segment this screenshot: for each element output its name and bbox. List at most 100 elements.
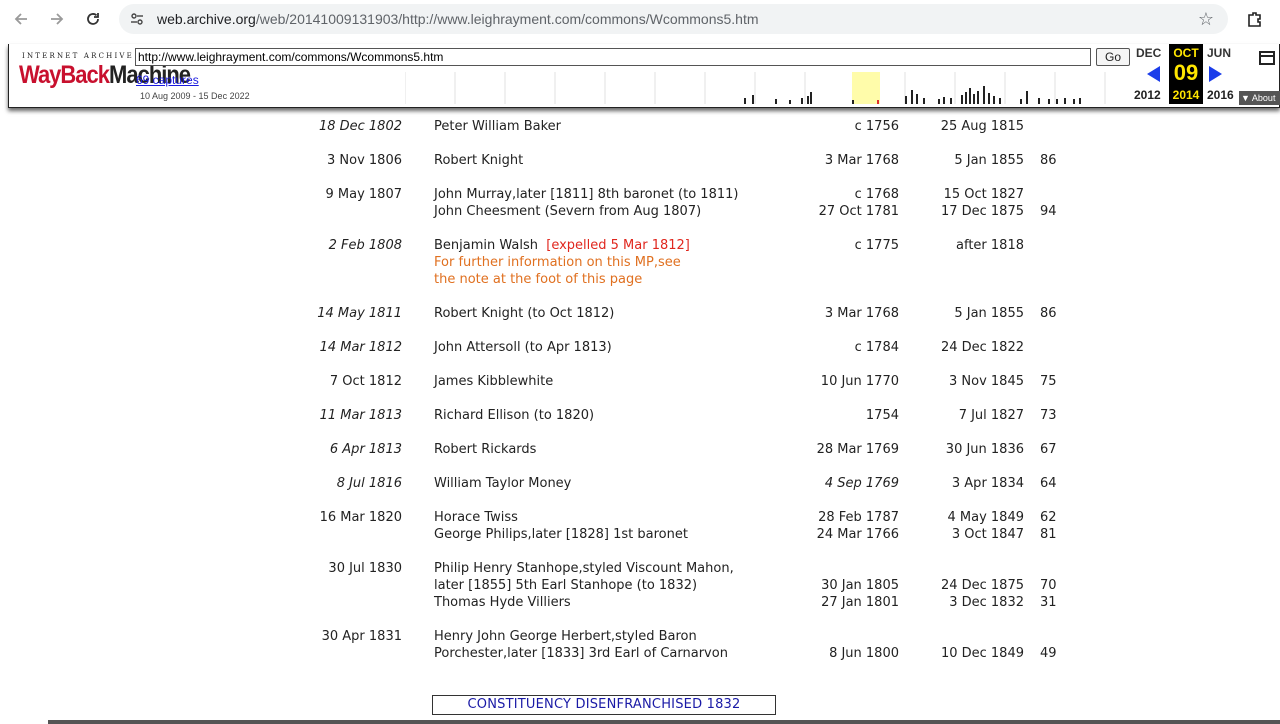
election-date: 11 Mar 1813 <box>319 408 402 423</box>
death-date: 15 Oct 1827 <box>943 187 1024 202</box>
constituency-disenfranchised-link[interactable]: CONSTITUENCY DISENFRANCHISED 1832 <box>432 695 776 715</box>
sparkline-bar <box>973 94 975 104</box>
table-row: 6 Apr 1813 Robert Rickards 28 Mar 1769 30 J… <box>0 441 1280 458</box>
election-date: 14 May 1811 <box>317 306 402 321</box>
table-row-line: 16 Mar 1820 Horace Twiss 28 Feb 1787 4 May … <box>0 509 1280 526</box>
death-date: 10 Dec 1849 <box>940 646 1024 661</box>
table-row-line: the note at the foot of this page <box>0 271 1280 288</box>
about-label: About <box>1251 93 1276 103</box>
mp-name: George Philips,later [1828] 1st baronet <box>434 527 688 542</box>
birth-date: c 1768 <box>854 187 899 202</box>
age-at-death: 94 <box>1040 204 1057 219</box>
mp-name: Peter William Baker <box>434 119 562 134</box>
mp-name: John Cheesment (Severn from Aug 1807) <box>434 204 702 219</box>
death-date: 24 Dec 1875 <box>940 578 1024 593</box>
address-bar[interactable]: web.archive.org/web/20141009131903/http:… <box>119 4 1228 34</box>
url-host: web.archive.org <box>157 11 256 27</box>
prev-capture-arrow-icon[interactable] <box>1147 66 1160 82</box>
internet-archive-label: INTERNET ARCHIVE <box>22 52 134 60</box>
age-at-death: 67 <box>1040 442 1057 457</box>
death-date: 4 May 1849 <box>947 510 1025 525</box>
sparkline-bar <box>1073 99 1075 104</box>
sparkline-bar <box>965 92 967 104</box>
table-row-line: 3 Nov 1806 Robert Knight 3 Mar 1768 5 Jan 1… <box>0 152 1280 169</box>
death-date: 3 Dec 1832 <box>949 595 1024 610</box>
birth-date: 3 Mar 1768 <box>824 306 899 321</box>
age-at-death: 81 <box>1040 527 1057 542</box>
sparkline-bar <box>969 88 971 104</box>
wayback-url-input[interactable]: http://www.leighrayment.com/commons/Wcom… <box>135 48 1091 66</box>
wayback-toolbar: INTERNET ARCHIVE WayBackMachine http://w… <box>8 44 1280 108</box>
sparkline-bar <box>1026 91 1028 104</box>
table-row: 30 Jul 1830 Philip Henry Stanhope,styled … <box>0 560 1280 611</box>
sparkline-bar <box>852 100 854 104</box>
table-row-line: 2 Feb 1808 Benjamin Walsh [expelled 5 Mar… <box>0 237 1280 254</box>
sparkline-bar <box>961 95 963 104</box>
death-date: after 1818 <box>956 238 1024 253</box>
mp-note-link[interactable]: the note at the foot of this page <box>434 271 642 288</box>
reload-icon[interactable] <box>80 7 106 31</box>
table-row: 3 Nov 1806 Robert Knight 3 Mar 1768 5 Jan 1… <box>0 152 1280 169</box>
table-row: 8 Jul 1816 William Taylor Money 4 Sep 1769… <box>0 475 1280 492</box>
birth-date: 3 Mar 1768 <box>824 153 899 168</box>
window-icon[interactable] <box>1259 51 1275 65</box>
next-capture-arrow-icon[interactable] <box>1209 66 1222 82</box>
wayback-logo[interactable]: INTERNET ARCHIVE WayBackMachine <box>19 52 191 96</box>
sparkline-bar <box>1056 99 1058 104</box>
next-year-label[interactable]: 2016 <box>1207 88 1234 102</box>
election-date: 7 Oct 1812 <box>329 374 402 389</box>
death-date: 7 Jul 1827 <box>958 408 1024 423</box>
mp-name: William Taylor Money <box>434 476 572 491</box>
prev-year-label[interactable]: 2012 <box>1134 88 1161 102</box>
mp-name: James Kibblewhite <box>434 374 554 389</box>
death-date: 3 Apr 1834 <box>951 476 1024 491</box>
sparkline-bar <box>1048 99 1050 104</box>
about-button[interactable]: ▼ About <box>1239 91 1280 105</box>
table-row-line: 8 Jul 1816 William Taylor Money 4 Sep 1769… <box>0 475 1280 492</box>
table-row-line: 7 Oct 1812 James Kibblewhite 10 Jun 1770 3 … <box>0 373 1280 390</box>
sparkline-bar <box>810 92 812 104</box>
table-row-line: 6 Apr 1813 Robert Rickards 28 Mar 1769 30 J… <box>0 441 1280 458</box>
election-date: 18 Dec 1802 <box>318 119 402 134</box>
birth-date: 1754 <box>865 408 899 423</box>
age-at-death: 62 <box>1040 510 1057 525</box>
mp-name: Benjamin Walsh <box>434 238 538 253</box>
table-row-line: 30 Jul 1830 Philip Henry Stanhope,styled … <box>0 560 1280 577</box>
table-row: 16 Mar 1820 Horace Twiss 28 Feb 1787 4 May … <box>0 509 1280 543</box>
mp-name: Robert Knight <box>434 153 524 168</box>
death-date: 3 Oct 1847 <box>951 527 1024 542</box>
table-row-line: Porchester,later [1833] 3rd Earl of Carn… <box>0 645 1280 662</box>
bookmark-star-icon[interactable]: ☆ <box>1198 9 1214 30</box>
birth-date: c 1775 <box>854 238 899 253</box>
url-path: /web/20141009131903/http://www.leighraym… <box>255 11 759 27</box>
site-info-icon[interactable] <box>127 9 147 29</box>
mp-note-link[interactable]: For further information on this MP,see <box>434 254 681 271</box>
table-row-line: Thomas Hyde Villiers 27 Jan 1801 3 Dec 183… <box>0 594 1280 611</box>
election-date: 3 Nov 1806 <box>327 153 402 168</box>
death-date: 3 Nov 1845 <box>949 374 1024 389</box>
captures-link[interactable]: 69 captures <box>136 73 199 87</box>
forward-arrow-icon[interactable] <box>44 7 70 31</box>
table-row: 9 May 1807 John Murray,later [1811] 8th b… <box>0 186 1280 220</box>
table-row-line: 14 Mar 1812 John Attersoll (to Apr 1813) c… <box>0 339 1280 356</box>
table-row-line: later [1855] 5th Earl Stanhope (to 1832)… <box>0 577 1280 594</box>
back-arrow-icon[interactable] <box>8 7 34 31</box>
capture-sparkline[interactable] <box>405 72 1107 104</box>
sparkline-bar <box>877 100 879 104</box>
table-row-line: 18 Dec 1802 Peter William Baker c 1756 25 A… <box>0 118 1280 135</box>
address-url[interactable]: web.archive.org/web/20141009131903/http:… <box>157 11 759 27</box>
extensions-icon[interactable] <box>1244 8 1266 30</box>
go-button[interactable]: Go <box>1096 48 1130 66</box>
prev-month-label[interactable]: DEC <box>1136 46 1161 60</box>
next-month-label[interactable]: JUN <box>1207 46 1231 60</box>
expelled-note: [expelled 5 Mar 1812] <box>546 238 690 253</box>
wordmark-wayback: WayBack <box>19 60 110 89</box>
browser-chrome: web.archive.org/web/20141009131903/http:… <box>0 0 1280 38</box>
mp-name: Porchester,later [1833] 3rd Earl of Carn… <box>434 646 728 661</box>
sparkline-bar <box>1064 98 1066 104</box>
election-date: 8 Jul 1816 <box>336 476 402 491</box>
death-date: 17 Dec 1875 <box>940 204 1024 219</box>
wayback-machine-wordmark: WayBackMachine <box>19 60 191 90</box>
sparkline-bar <box>801 98 803 104</box>
table-row: 11 Mar 1813 Richard Ellison (to 1820) 1754… <box>0 407 1280 424</box>
